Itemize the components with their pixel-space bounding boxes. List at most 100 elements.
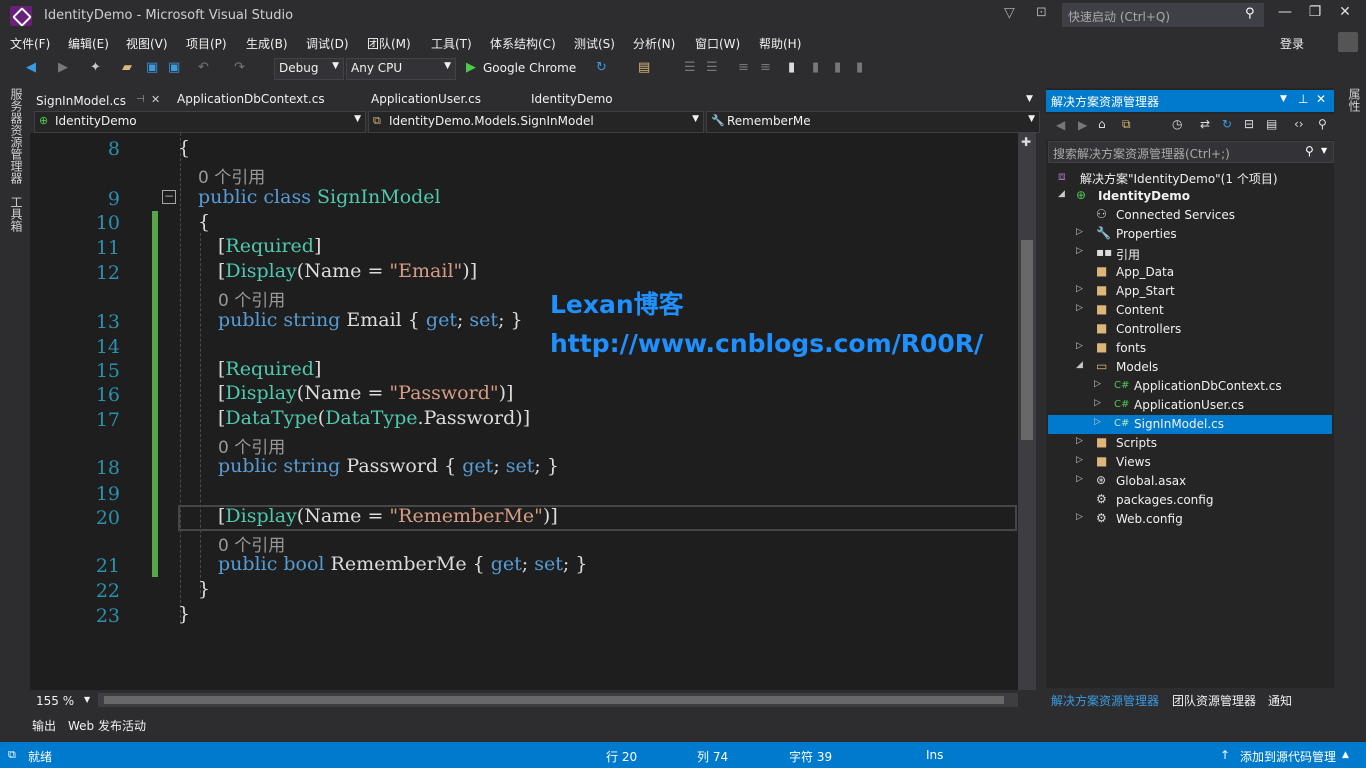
sign-in-link[interactable]: 登录 bbox=[1280, 35, 1304, 52]
collapsed-icon[interactable]: ▷ bbox=[1076, 455, 1083, 465]
output-tab[interactable]: 输出 bbox=[32, 717, 56, 734]
tree-item[interactable]: ▷ ■ fonts bbox=[1048, 339, 1332, 358]
chevron-down-icon[interactable]: ▼ bbox=[1280, 94, 1287, 104]
tab-notifications[interactable]: 通知 bbox=[1268, 692, 1292, 709]
reference-count[interactable]: 0 个引用 bbox=[218, 286, 285, 311]
undo-icon[interactable]: ↶ bbox=[198, 60, 209, 75]
indent-icon[interactable]: ☰ bbox=[684, 60, 696, 75]
menu-help[interactable]: 帮助(H) bbox=[759, 35, 801, 52]
minimize-button[interactable]: — bbox=[1270, 4, 1300, 20]
sync-icon[interactable]: ⇄ bbox=[1200, 117, 1210, 131]
menu-file[interactable]: 文件(F) bbox=[10, 35, 50, 52]
web-publish-activity-tab[interactable]: Web 发布活动 bbox=[68, 717, 146, 734]
tab-identitydemo[interactable]: IdentityDemo bbox=[531, 92, 613, 106]
uncomment-icon[interactable]: ≡ bbox=[760, 60, 771, 75]
back-icon[interactable]: ◀ bbox=[1056, 118, 1065, 132]
pin-icon[interactable]: ⊣ bbox=[136, 94, 145, 105]
save-all-icon[interactable]: ▣ bbox=[168, 60, 180, 75]
forward-icon[interactable]: ▶ bbox=[58, 60, 68, 75]
menu-view[interactable]: 视图(V) bbox=[126, 35, 168, 52]
tab-solution-explorer[interactable]: 解决方案资源管理器 bbox=[1051, 692, 1159, 709]
tree-item[interactable]: ▷ ■ Scripts bbox=[1048, 434, 1332, 453]
tree-item[interactable]: ■ App_Data bbox=[1048, 263, 1332, 282]
split-icon[interactable]: ✚ bbox=[1021, 135, 1031, 149]
collapsed-icon[interactable]: ▷ bbox=[1094, 379, 1101, 389]
tree-item[interactable]: ▷ ■ Content bbox=[1048, 301, 1332, 320]
back-icon[interactable]: ◀ bbox=[26, 60, 36, 75]
collapsed-icon[interactable]: ▷ bbox=[1076, 246, 1083, 256]
collapsed-icon[interactable]: ▷ bbox=[1076, 341, 1083, 351]
prev-bookmark-icon[interactable]: ▮ bbox=[812, 60, 819, 75]
save-icon[interactable]: ▣ bbox=[146, 60, 158, 75]
tree-item[interactable]: ▷ ⊛ Global.asax bbox=[1048, 472, 1332, 491]
tree-item[interactable]: ▷ ■ Views bbox=[1048, 453, 1332, 472]
tree-item[interactable]: ▷ C# ApplicationUser.cs bbox=[1048, 396, 1332, 415]
collapsed-icon[interactable]: ▷ bbox=[1076, 474, 1083, 484]
new-project-icon[interactable]: ✦ bbox=[90, 60, 101, 75]
switch-views-icon[interactable]: ⧉ bbox=[1122, 117, 1131, 132]
forward-icon[interactable]: ▶ bbox=[1078, 118, 1087, 132]
refresh-icon[interactable]: ↻ bbox=[1222, 117, 1232, 131]
clear-bookmarks-icon[interactable]: ▮ bbox=[856, 60, 863, 75]
scrollbar-thumb[interactable] bbox=[104, 696, 1004, 704]
collapsed-icon[interactable]: ▷ bbox=[1094, 398, 1101, 408]
properties-tab[interactable]: 属性 bbox=[1346, 88, 1363, 112]
chevron-up-icon[interactable]: ▲ bbox=[1342, 750, 1349, 760]
menu-team[interactable]: 团队(M) bbox=[367, 35, 411, 52]
tab-applicationdbcontext[interactable]: ApplicationDbContext.cs bbox=[177, 92, 325, 106]
menu-tools[interactable]: 工具(T) bbox=[431, 35, 472, 52]
menu-architecture[interactable]: 体系结构(C) bbox=[490, 35, 556, 52]
collapsed-icon[interactable]: ▷ bbox=[1076, 284, 1083, 294]
pin-icon[interactable]: ⊥ bbox=[1298, 92, 1308, 106]
collapsed-icon[interactable]: ▷ bbox=[1076, 303, 1083, 313]
open-file-icon[interactable]: ▰ bbox=[122, 60, 132, 75]
close-icon[interactable]: ✕ bbox=[151, 93, 160, 106]
tree-item[interactable]: ▷ 🔧 Properties bbox=[1048, 225, 1332, 244]
menu-window[interactable]: 窗口(W) bbox=[695, 35, 740, 52]
tree-item-solution[interactable]: ⧈ 解决方案"IdentityDemo"(1 个项目) bbox=[1048, 168, 1332, 187]
collapsed-icon[interactable]: ▷ bbox=[1076, 436, 1083, 446]
redo-icon[interactable]: ↷ bbox=[234, 60, 245, 75]
collapse-all-icon[interactable]: ⊟ bbox=[1244, 117, 1254, 131]
tree-item[interactable]: ⚇ Connected Services bbox=[1048, 206, 1332, 225]
expanded-icon[interactable]: ◢ bbox=[1076, 360, 1083, 370]
run-icon[interactable]: ▶ bbox=[466, 60, 476, 75]
menu-build[interactable]: 生成(B) bbox=[246, 35, 288, 52]
type-select[interactable]: ⧉ IdentityDemo.Models.SignInModel ▼ bbox=[368, 111, 704, 133]
quick-launch-input[interactable]: 快速启动 (Ctrl+Q) ⚲ bbox=[1062, 3, 1264, 27]
menu-analyze[interactable]: 分析(N) bbox=[633, 35, 675, 52]
show-all-files-icon[interactable]: ▤ bbox=[1266, 117, 1277, 131]
tree-item[interactable]: ■ Controllers bbox=[1048, 320, 1332, 339]
expanded-icon[interactable]: ◢ bbox=[1058, 189, 1065, 199]
chevron-down-icon[interactable]: ▼ bbox=[1321, 146, 1327, 155]
reference-count[interactable]: 0 个引用 bbox=[198, 163, 265, 188]
view-code-icon[interactable]: ‹› bbox=[1294, 117, 1304, 131]
tree-item-project[interactable]: ◢ ⊕ IdentityDemo bbox=[1048, 187, 1332, 206]
member-select[interactable]: 🔧 RememberMe ▼ bbox=[706, 111, 1040, 133]
project-select[interactable]: ⊕ IdentityDemo ▼ bbox=[34, 111, 366, 133]
comment-icon[interactable]: ≡ bbox=[738, 60, 749, 75]
solution-explorer-search[interactable]: 搜索解决方案资源管理器(Ctrl+;) ⚲ ▼ bbox=[1048, 141, 1334, 163]
configuration-select[interactable]: Debug ▼ bbox=[274, 58, 344, 80]
account-avatar[interactable] bbox=[1338, 32, 1358, 52]
close-button[interactable]: ✕ bbox=[1330, 4, 1360, 20]
tab-team-explorer[interactable]: 团队资源管理器 bbox=[1172, 692, 1256, 709]
run-target-label[interactable]: Google Chrome bbox=[483, 61, 576, 75]
collapsed-icon[interactable]: ▷ bbox=[1094, 417, 1101, 427]
tree-item[interactable]: ▷ ▪▪ 引用 bbox=[1048, 244, 1332, 263]
close-icon[interactable]: ✕ bbox=[1316, 92, 1326, 106]
find-in-files-icon[interactable]: ▤ bbox=[638, 60, 650, 75]
tree-item[interactable]: ⚙ packages.config bbox=[1048, 491, 1332, 510]
tab-applicationuser[interactable]: ApplicationUser.cs bbox=[371, 92, 481, 106]
filter-icon[interactable]: ▽ bbox=[1004, 5, 1015, 21]
collapsed-icon[interactable]: ▷ bbox=[1076, 512, 1083, 522]
collapsed-icon[interactable]: ▷ bbox=[1076, 227, 1083, 237]
menu-project[interactable]: 项目(P) bbox=[186, 35, 227, 52]
menu-test[interactable]: 测试(S) bbox=[574, 35, 615, 52]
zoom-select[interactable]: 155 % ▼ bbox=[32, 692, 90, 708]
outdent-icon[interactable]: ☰ bbox=[706, 60, 718, 75]
tab-overflow-icon[interactable]: ▼ bbox=[1026, 94, 1033, 104]
collapse-toggle[interactable]: − bbox=[162, 190, 176, 204]
tree-item[interactable]: ▷ ⚙ Web.config bbox=[1048, 510, 1332, 529]
menu-edit[interactable]: 编辑(E) bbox=[68, 35, 109, 52]
